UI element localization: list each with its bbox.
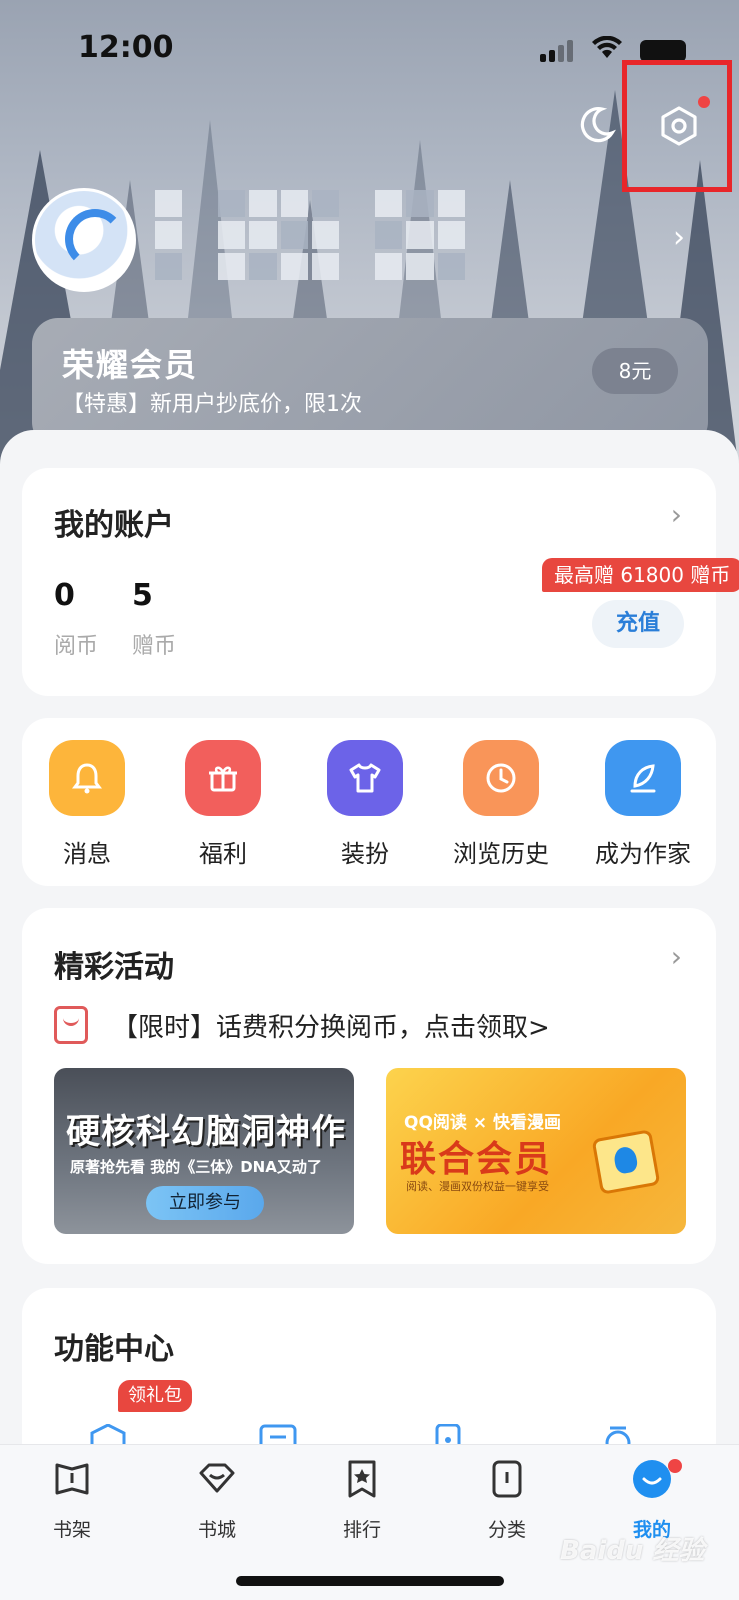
account-title: 我的账户 [54, 508, 174, 543]
gift-coins-label: 赠币 [132, 634, 177, 659]
vip-subtitle: 【特惠】新用户抄底价，限1次 [62, 392, 362, 417]
baidu-watermark: Baidu 经验 [560, 1536, 705, 1566]
coins-label: 阅币 [54, 634, 99, 659]
quick-action-messages[interactable]: 消息 [22, 740, 152, 869]
status-time: 12:00 [78, 30, 174, 65]
profile-icon [632, 1459, 672, 1499]
banner-scifi[interactable]: 硬核科幻脑洞神作 原著抢先看 我的《三体》DNA又动了 立即参与 [54, 1068, 354, 1234]
quick-action-label: 成为作家 [595, 840, 691, 868]
night-mode-moon-icon[interactable] [576, 105, 616, 145]
quick-action-label: 消息 [63, 840, 111, 868]
promo-link[interactable]: 【限时】话费积分换阅币，点击领取> [54, 1006, 550, 1044]
category-icon [487, 1459, 527, 1499]
quick-action-dressup[interactable]: 装扮 [300, 740, 430, 869]
tab-category[interactable]: 分类 [457, 1459, 557, 1542]
tab-label: 书架 [52, 1519, 91, 1541]
settings-gear-icon[interactable] [658, 105, 700, 147]
quick-action-label: 福利 [199, 840, 247, 868]
tab-label: 书城 [197, 1519, 236, 1541]
vip-price-button[interactable]: 8元 [592, 348, 678, 394]
tab-bookstore[interactable]: 书城 [167, 1459, 267, 1542]
banner1-title: 硬核科幻脑洞神作 [66, 1112, 346, 1152]
banner1-subtitle: 原著抢先看 我的《三体》DNA又动了 [70, 1158, 322, 1176]
vip-card[interactable]: 荣耀会员 【特惠】新用户抄底价，限1次 8元 [32, 318, 708, 448]
quick-action-welfare[interactable]: 福利 [158, 740, 288, 869]
profile-chevron-right-icon[interactable]: › [673, 220, 685, 255]
gift-icon [185, 740, 261, 816]
coins-value: 0 [54, 578, 75, 613]
profile-notification-dot [668, 1459, 682, 1473]
recharge-button[interactable]: 充值 [592, 600, 684, 648]
shirt-icon [327, 740, 403, 816]
quick-actions-card: 消息 福利 装扮 浏览历史 成为作家 [22, 718, 716, 886]
ranking-icon [342, 1459, 382, 1499]
tab-bookshelf[interactable]: 书架 [22, 1459, 122, 1542]
feather-icon [605, 740, 681, 816]
quick-action-label: 装扮 [341, 840, 389, 868]
quick-action-history[interactable]: 浏览历史 [436, 740, 566, 869]
clock-icon [463, 740, 539, 816]
banner-joint-membership[interactable]: QQ阅读 × 快看漫画 联合会员 阅读、漫画双份权益一键享受 [386, 1068, 686, 1234]
banner1-join-button[interactable]: 立即参与 [146, 1186, 264, 1220]
username-pixelated[interactable] [155, 190, 465, 280]
promo-text: 【限时】话费积分换阅币，点击领取> [112, 1012, 550, 1043]
kuaikan-logo-icon [591, 1129, 661, 1195]
account-chevron-icon[interactable]: › [671, 498, 682, 531]
settings-notification-dot [698, 96, 710, 108]
account-card[interactable]: 我的账户 › 0 阅币 5 赠币 最高赠 61800 赠币 充值 [22, 468, 739, 696]
function-center-card: 功能中心 领礼包 [22, 1288, 716, 1468]
banner2-subtitle: 阅读、漫画双份权益一键享受 [406, 1180, 549, 1193]
vip-title: 荣耀会员 [62, 346, 199, 384]
quick-action-become-writer[interactable]: 成为作家 [578, 740, 708, 869]
activities-card: 精彩活动 › 【限时】话费积分换阅币，点击领取> 硬核科幻脑洞神作 原著抢先看 … [22, 908, 716, 1264]
tab-ranking[interactable]: 排行 [312, 1459, 412, 1542]
bookshelf-icon [52, 1459, 92, 1499]
function-center-title: 功能中心 [54, 1332, 174, 1367]
battery-icon [640, 40, 686, 62]
bell-icon [49, 740, 125, 816]
banner2-title: 联合会员 [400, 1139, 553, 1180]
envelope-icon [54, 1006, 88, 1044]
signal-icon [540, 40, 576, 62]
bonus-badge: 最高赠 61800 赠币 [542, 558, 739, 592]
activities-title: 精彩活动 [54, 950, 174, 985]
bookstore-icon [197, 1459, 237, 1499]
gift-coins-value: 5 [132, 578, 153, 613]
wifi-icon [592, 35, 622, 67]
home-indicator[interactable] [236, 1576, 504, 1586]
tab-label: 排行 [342, 1519, 381, 1541]
avatar[interactable] [32, 188, 136, 292]
quick-action-label: 浏览历史 [453, 840, 549, 868]
gift-pack-badge: 领礼包 [118, 1380, 192, 1412]
tab-label: 分类 [487, 1519, 526, 1541]
activities-chevron-icon[interactable]: › [671, 940, 682, 973]
